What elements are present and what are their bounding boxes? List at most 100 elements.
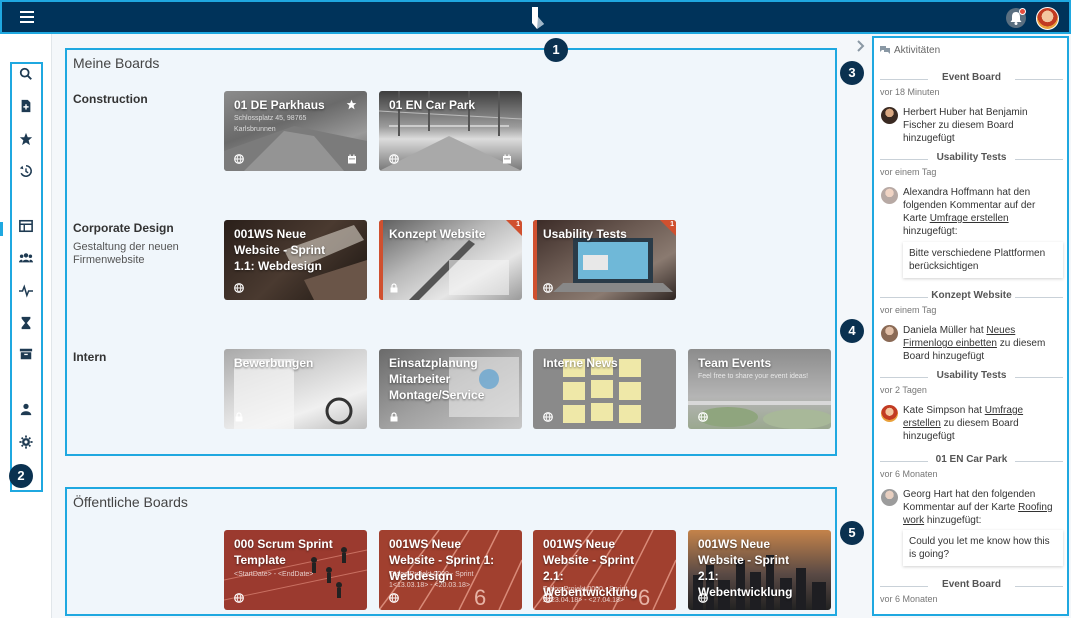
board-card[interactable]: 6 001WS Neue Website - Sprint 2.1: Weben…	[533, 530, 676, 610]
board-title: Konzept Website	[389, 227, 486, 241]
lock-icon	[235, 412, 243, 422]
globe-icon	[543, 412, 553, 422]
board-title: Bewerbungen	[234, 356, 314, 370]
activity-text: Georg Hart hat den folgenden Kommentar a…	[903, 488, 1061, 527]
activity-text-post: hinzugefügt:	[903, 226, 958, 237]
board-card[interactable]: 6 001WS Neue Website - Sprint 1: Webdesi…	[379, 530, 522, 610]
board-card[interactable]: Konzept Website 1	[379, 220, 522, 300]
avatar	[881, 489, 898, 506]
board-subtitle-2: 2<23.04.18> - <27.04.18>	[543, 597, 624, 604]
activity-text-pre: Daniela Müller hat	[903, 325, 987, 336]
board-card[interactable]: Interne News	[533, 349, 676, 429]
globe-icon	[698, 593, 708, 603]
activity-card-link[interactable]: Umfrage erstellen	[930, 213, 1009, 224]
board-title: 01 DE Parkhaus	[234, 98, 325, 112]
callout-marker: 1	[544, 38, 568, 62]
public-boards-section: Öffentliche Boards 000 Scrum Sprint Temp…	[65, 487, 837, 616]
activity-board-separator[interactable]: 01 EN Car Park	[880, 454, 1063, 468]
callout-marker: 5	[840, 521, 864, 545]
board-title: 001WS Neue Website - Sprint 2.1: Webentw…	[698, 537, 793, 599]
globe-icon	[389, 593, 399, 603]
globe-icon	[234, 283, 244, 293]
board-title: Interne News	[543, 356, 618, 370]
activity-header: Aktivitäten	[880, 45, 940, 56]
board-subtitle: Todos Projekt 0000 - Sprint	[543, 586, 628, 593]
board-card[interactable]: Einsatzplanung Mitarbeiter Montage/Servi…	[379, 349, 522, 429]
board-title: Team Events	[698, 356, 772, 370]
board-card[interactable]: Team Events Feel free to share your even…	[688, 349, 831, 429]
board-subtitle: Schlossplatz 45, 98765	[234, 115, 307, 122]
sidebar-highlight-frame	[10, 62, 43, 492]
activity-comment: Bitte verschiedene Plattformen berücksic…	[903, 242, 1063, 278]
activity-time: vor einem Tag	[880, 167, 937, 177]
board-card[interactable]: 01 EN Car Park	[379, 91, 522, 171]
activity-board-separator[interactable]: Event Board	[880, 72, 1063, 86]
board-card[interactable]: 001WS Neue Website - Sprint 2.1: Webentw…	[688, 530, 831, 610]
activity-text: Herbert Huber hat Benjamin Fischer zu di…	[903, 107, 1028, 144]
top-bar	[0, 0, 1071, 34]
board-card[interactable]: Usability Tests 1	[533, 220, 676, 300]
badge-count: 1	[670, 221, 674, 228]
board-title: Einsatzplanung Mitarbeiter Montage/Servi…	[389, 356, 485, 402]
left-sidebar	[0, 34, 52, 618]
board-card[interactable]: 001WS Neue Website - Sprint 1.1: Webdesi…	[224, 220, 367, 300]
badge-count: 1	[516, 221, 520, 228]
main-content: Meine Boards Construction 01 DE Parkhaus…	[52, 34, 847, 618]
activity-board-separator[interactable]: Event Board	[880, 579, 1063, 593]
board-title: 01 EN Car Park	[389, 98, 476, 112]
board-subtitle: Todos Projekt 0000 - Sprint	[389, 571, 474, 578]
public-boards-title: Öffentliche Boards	[73, 494, 188, 510]
globe-icon	[543, 283, 553, 293]
lock-icon	[390, 283, 398, 293]
activity-text: Kate Simpson hat Umfrage erstellen zu di…	[903, 404, 1061, 443]
board-card[interactable]: 01 DE Parkhaus Schlossplatz 45, 98765 Ka…	[224, 91, 367, 171]
globe-icon	[234, 593, 244, 603]
svg-text:6: 6	[474, 585, 486, 610]
activity-board-separator[interactable]: Konzept Website	[880, 290, 1063, 304]
avatar	[881, 325, 898, 342]
board-subtitle-2: Karlsbrunnen	[234, 126, 276, 133]
calendar-icon	[348, 154, 356, 164]
activity-time: vor 6 Monaten	[880, 469, 938, 479]
board-subtitle: <StartDate> - <EndDate>	[234, 571, 314, 578]
calendar-icon	[503, 154, 511, 164]
board-subtitle-2: 1<13.03.18> - <20.03.18>	[389, 582, 470, 589]
activity-time: vor 6 Monaten	[880, 594, 938, 604]
activity-time: vor 2 Tagen	[880, 385, 927, 395]
my-boards-section: Meine Boards Construction 01 DE Parkhaus…	[65, 48, 837, 456]
collapse-panel-button[interactable]	[852, 38, 868, 54]
activity-title: Aktivitäten	[894, 45, 941, 56]
activity-panel: Aktivitäten Event Board vor 18 Minuten H…	[872, 36, 1069, 616]
activity-text-post: hinzugefügt:	[924, 515, 982, 526]
globe-icon	[389, 154, 399, 164]
activity-text: Daniela Müller hat Neues Firmenlogo einb…	[903, 324, 1061, 363]
globe-icon	[698, 412, 708, 422]
activity-text-pre: Kate Simpson hat	[903, 405, 985, 416]
globe-icon	[234, 154, 244, 164]
activity-board-separator[interactable]: Usability Tests	[880, 370, 1063, 384]
board-card[interactable]: 000 Scrum Sprint Template <StartDate> - …	[224, 530, 367, 610]
callout-marker: 3	[840, 61, 864, 85]
group-name: Intern	[73, 350, 107, 364]
board-title: Usability Tests	[543, 227, 627, 241]
app-logo[interactable]	[528, 6, 546, 30]
activity-comment: Could you let me know how this is going?	[903, 530, 1063, 566]
activity-board-separator[interactable]: Usability Tests	[880, 152, 1063, 166]
board-subtitle: Feel free to share your event ideas!	[698, 373, 809, 380]
notification-dot	[1019, 8, 1026, 15]
lock-icon	[390, 412, 398, 422]
notifications-button[interactable]	[1006, 8, 1026, 28]
activity-text-pre: Georg Hart hat den folgenden Kommentar a…	[903, 489, 1036, 513]
star-icon[interactable]	[346, 99, 357, 110]
comments-icon	[880, 46, 890, 54]
group-description: Gestaltung der neuen Firmenwebsite	[73, 241, 179, 266]
menu-icon[interactable]	[20, 11, 34, 23]
avatar	[881, 405, 898, 422]
avatar	[881, 107, 898, 124]
activity-time: vor 18 Minuten	[880, 87, 940, 97]
board-card[interactable]: Bewerbungen	[224, 349, 367, 429]
user-avatar[interactable]	[1036, 7, 1059, 30]
globe-icon	[543, 593, 553, 603]
callout-marker: 4	[840, 319, 864, 343]
group-name: Corporate Design	[73, 221, 174, 235]
